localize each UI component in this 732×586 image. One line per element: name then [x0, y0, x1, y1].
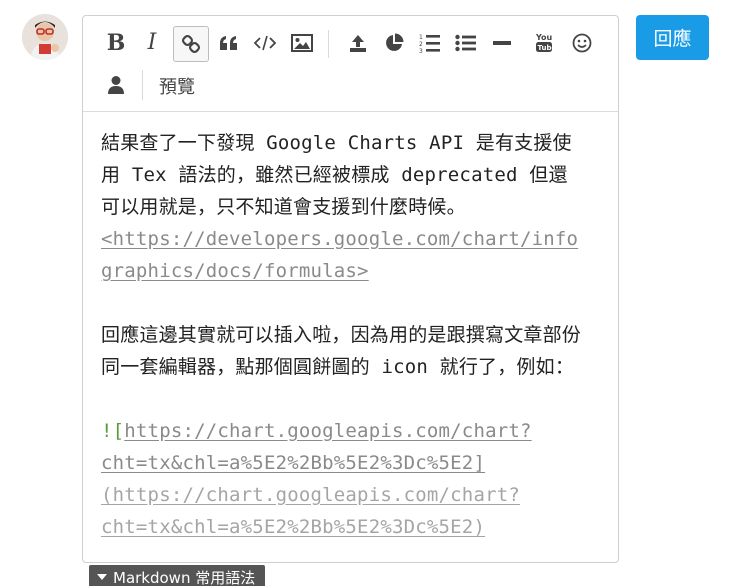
youtube-button[interactable]: You Tube	[527, 26, 561, 60]
text-line: 回應這邊其實就可以插入啦，因為用的是跟撰寫文章部份	[101, 324, 582, 346]
user-icon	[108, 76, 124, 94]
image-url[interactable]: cht=tx&chl=a%5E2%2Bb%5E2%3Dc%5E2)	[101, 511, 601, 543]
code-icon	[253, 35, 277, 51]
image-markdown: ![https://chart.googleapis.com/chart? ch…	[101, 415, 601, 543]
paragraph: 回應這邊其實就可以插入啦，因為用的是跟撰寫文章部份 同一套編輯器，點那個圓餅圖的…	[101, 319, 601, 383]
quote-icon	[220, 36, 237, 50]
image-button[interactable]	[285, 26, 319, 60]
bold-icon: B	[106, 30, 126, 56]
svg-text:2: 2	[419, 41, 423, 48]
svg-text:3: 3	[419, 48, 423, 53]
italic-icon: I	[147, 30, 157, 55]
chart-button[interactable]	[377, 26, 411, 60]
mention-user-button[interactable]	[99, 68, 133, 102]
editor-toolbar: B I 1 2 3 You Tub 預覽	[83, 16, 618, 112]
markdown-help-toggle[interactable]: Markdown 常用語法	[89, 565, 266, 586]
toolbar-divider	[328, 30, 329, 58]
ordered-list-icon: 1 2 3	[419, 34, 440, 53]
autolink[interactable]: <https://developers.google.com/chart/inf…	[101, 223, 601, 255]
image-alt-text[interactable]: https://chart.googleapis.com/chart?	[124, 420, 531, 442]
link-button[interactable]	[173, 26, 209, 62]
unordered-list-icon	[455, 34, 476, 52]
horizontal-rule-button[interactable]	[485, 26, 519, 60]
text-line: 同一套編輯器，點那個圓餅圖的 icon 就行了，例如：	[101, 356, 575, 378]
text-line: 可以用就是，只不知道會支援到什麼時候。	[101, 196, 466, 218]
comment-textarea[interactable]: 結果查了一下發現 Google Charts API 是有支援使 用 Tex 語…	[101, 127, 601, 562]
preview-button[interactable]: 預覽	[157, 71, 197, 101]
italic-button[interactable]: I	[135, 26, 169, 60]
pie-chart-icon	[386, 33, 404, 51]
text-line: 結果查了一下發現 Google Charts API 是有支援使	[101, 132, 572, 154]
image-alt-text[interactable]: cht=tx&chl=a%5E2%2Bb%5E2%3Dc%5E2]	[101, 447, 601, 479]
paragraph: 結果查了一下發現 Google Charts API 是有支援使 用 Tex 語…	[101, 127, 601, 287]
code-button[interactable]	[248, 26, 282, 60]
reply-button[interactable]: 回應	[636, 15, 709, 60]
toolbar-divider	[142, 70, 143, 100]
markdown-help-label: Markdown 常用語法	[113, 568, 256, 586]
ordered-list-button[interactable]: 1 2 3	[413, 26, 447, 60]
quote-button[interactable]	[212, 26, 246, 60]
avatar	[22, 14, 68, 60]
link-icon	[181, 34, 201, 54]
emoji-button[interactable]	[565, 26, 599, 60]
unordered-list-button[interactable]	[449, 26, 483, 60]
horizontal-rule-icon	[493, 41, 511, 45]
image-bracket: [	[112, 420, 125, 442]
svg-text:Tube: Tube	[538, 44, 554, 52]
text-line: 用 Tex 語法的，雖然已經被標成 deprecated 但還	[101, 164, 568, 186]
bold-button[interactable]: B	[99, 26, 133, 60]
upload-button[interactable]	[341, 26, 375, 60]
youtube-icon: You Tube	[535, 33, 554, 52]
svg-text:1: 1	[419, 34, 423, 41]
upload-icon	[350, 35, 366, 52]
image-url[interactable]: (https://chart.googleapis.com/chart?	[101, 479, 601, 511]
autolink[interactable]: graphics/docs/formulas>	[101, 255, 601, 287]
comment-editor: B I 1 2 3 You Tub 預覽 結果查了一下發現 Google Cha…	[82, 15, 619, 563]
caret-down-icon	[97, 574, 107, 580]
image-icon	[291, 34, 313, 52]
svg-text:You: You	[535, 33, 553, 42]
image-bang: !	[101, 420, 113, 442]
emoji-icon	[572, 33, 592, 53]
